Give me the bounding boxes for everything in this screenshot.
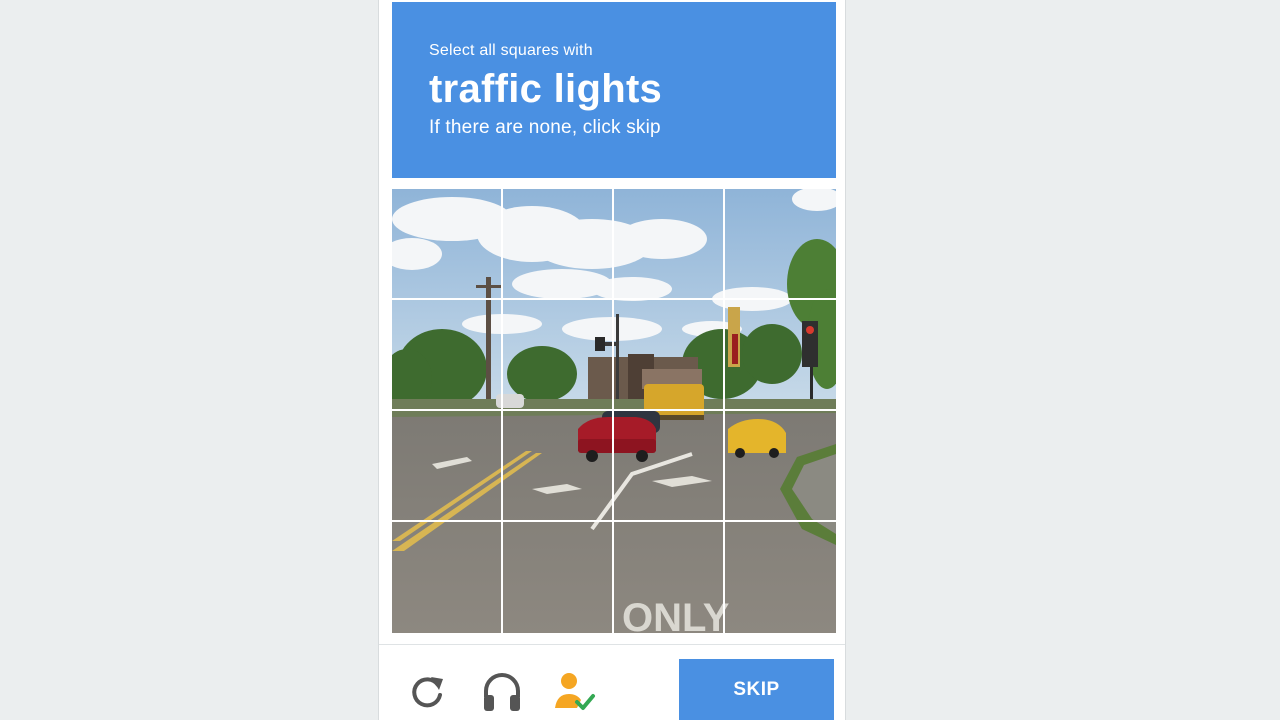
headphones-icon [484, 673, 520, 711]
footer-divider [379, 644, 845, 645]
challenge-instruction: Select all squares with [429, 42, 593, 59]
audio-challenge-button[interactable] [478, 668, 526, 716]
person-check-icon [555, 673, 595, 710]
grid-tile-3[interactable] [614, 189, 725, 300]
grid-tile-8[interactable] [725, 300, 836, 411]
reload-icon [412, 677, 443, 708]
grid-tile-6[interactable] [503, 300, 614, 411]
grid-tile-1[interactable] [392, 189, 503, 300]
grid-tile-9[interactable] [392, 411, 503, 522]
grid-tile-14[interactable] [503, 522, 614, 633]
captcha-widget: Select all squares with traffic lights I… [378, 0, 846, 720]
challenge-header: Select all squares with traffic lights I… [392, 2, 836, 178]
image-grid: ONLY [392, 189, 836, 633]
reload-button[interactable] [404, 668, 452, 716]
tile-grid [392, 189, 836, 633]
grid-tile-12[interactable] [725, 411, 836, 522]
grid-tile-4[interactable] [725, 189, 836, 300]
grid-tile-2[interactable] [503, 189, 614, 300]
grid-tile-5[interactable] [392, 300, 503, 411]
grid-tile-15[interactable] [614, 522, 725, 633]
grid-tile-7[interactable] [614, 300, 725, 411]
grid-tile-13[interactable] [392, 522, 503, 633]
challenge-hint: If there are none, click skip [429, 117, 661, 138]
grid-tile-16[interactable] [725, 522, 836, 633]
page: Select all squares with traffic lights I… [0, 0, 1280, 720]
info-button[interactable] [551, 668, 599, 716]
skip-button[interactable]: SKIP [679, 659, 834, 720]
grid-tile-11[interactable] [614, 411, 725, 522]
challenge-target: traffic lights [429, 67, 663, 111]
grid-tile-10[interactable] [503, 411, 614, 522]
